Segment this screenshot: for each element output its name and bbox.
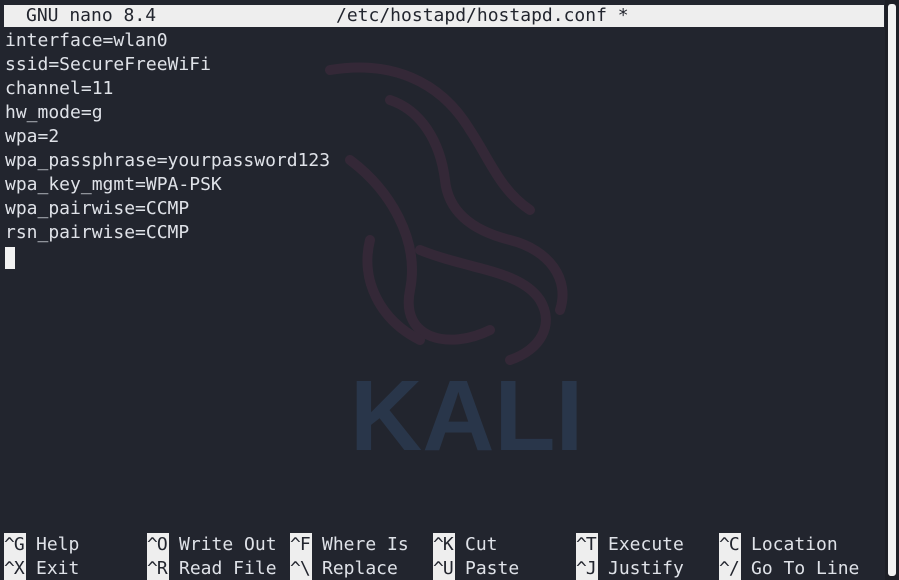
shortcut-label: Where Is xyxy=(322,534,409,555)
shortcut-key: ^C xyxy=(719,533,741,557)
editor-line-current[interactable] xyxy=(5,245,885,269)
shortcut-label: Cut xyxy=(465,534,498,555)
shortcut-label: Exit xyxy=(36,558,80,579)
shortcut-location[interactable]: ^C Location xyxy=(719,533,838,557)
editor-line[interactable]: ssid=SecureFreeWiFi xyxy=(5,53,885,77)
editor-line[interactable]: wpa_passphrase=yourpassword123 xyxy=(5,149,885,173)
terminal-window[interactable]: KALI GNU nano 8.4 /etc/hostapd/hostapd.c… xyxy=(0,0,885,580)
shortcut-paste[interactable]: ^U Paste xyxy=(433,557,519,580)
shortcut-key: ^F xyxy=(290,533,312,557)
watermark-text: KALI xyxy=(350,360,583,472)
editor-line[interactable]: rsn_pairwise=CCMP xyxy=(5,221,885,245)
shortcut-help: ^G Help ^O Write Out ^F Where Is ^K Cut ^T Ex… xyxy=(4,533,884,580)
shortcut-label: Replace xyxy=(322,558,398,579)
shortcut-key: ^U xyxy=(433,557,455,580)
shortcut-key: ^X xyxy=(4,557,26,580)
editor-line[interactable]: wpa=2 xyxy=(5,125,885,149)
terminal-scrollbar[interactable] xyxy=(885,0,899,580)
shortcut-key: ^R xyxy=(147,557,169,580)
shortcut-row: ^X Exit ^R Read File ^\ Replace ^U Paste ^J J… xyxy=(4,557,884,580)
editor-buffer[interactable]: interface=wlan0 ssid=SecureFreeWiFi chan… xyxy=(5,29,885,269)
scrollbar-thumb[interactable] xyxy=(888,4,896,576)
shortcut-label: Go To Line xyxy=(751,558,860,579)
shortcut-execute[interactable]: ^T Execute xyxy=(576,533,684,557)
file-path: /etc/hostapd/hostapd.conf * xyxy=(336,5,629,26)
shortcut-label: Read File xyxy=(179,558,277,579)
editor-line[interactable]: interface=wlan0 xyxy=(5,29,885,53)
shortcut-key: ^\ xyxy=(290,557,312,580)
text-cursor xyxy=(5,246,15,269)
shortcut-key: ^K xyxy=(433,533,455,557)
nano-version: GNU nano 8.4 xyxy=(26,5,157,26)
shortcut-label: Paste xyxy=(465,558,520,579)
shortcut-key: ^G xyxy=(4,533,26,557)
editor-line[interactable]: wpa_pairwise=CCMP xyxy=(5,197,885,221)
editor-line[interactable]: channel=11 xyxy=(5,77,885,101)
shortcut-key: ^T xyxy=(576,533,598,557)
shortcut-replace[interactable]: ^\ Replace xyxy=(290,557,398,580)
editor-line[interactable]: hw_mode=g xyxy=(5,101,885,125)
shortcut-label: Justify xyxy=(608,558,684,579)
shortcut-cut[interactable]: ^K Cut xyxy=(433,533,498,557)
shortcut-where-is[interactable]: ^F Where Is xyxy=(290,533,409,557)
shortcut-help-item[interactable]: ^G Help xyxy=(4,533,79,557)
shortcut-key: ^J xyxy=(576,557,598,580)
nano-titlebar: GNU nano 8.4 /etc/hostapd/hostapd.conf * xyxy=(4,5,884,27)
shortcut-justify[interactable]: ^J Justify xyxy=(576,557,684,580)
shortcut-exit[interactable]: ^X Exit xyxy=(4,557,79,580)
shortcut-label: Write Out xyxy=(179,534,277,555)
shortcut-read-file[interactable]: ^R Read File xyxy=(147,557,277,580)
shortcut-go-to-line[interactable]: ^/ Go To Line xyxy=(719,557,859,580)
shortcut-row: ^G Help ^O Write Out ^F Where Is ^K Cut ^T Ex… xyxy=(4,533,884,557)
shortcut-key: ^O xyxy=(147,533,169,557)
editor-line[interactable]: wpa_key_mgmt=WPA-PSK xyxy=(5,173,885,197)
shortcut-label: Execute xyxy=(608,534,684,555)
shortcut-label: Help xyxy=(36,534,80,555)
shortcut-write-out[interactable]: ^O Write Out xyxy=(147,533,277,557)
shortcut-label: Location xyxy=(751,534,838,555)
shortcut-key: ^/ xyxy=(719,557,741,580)
